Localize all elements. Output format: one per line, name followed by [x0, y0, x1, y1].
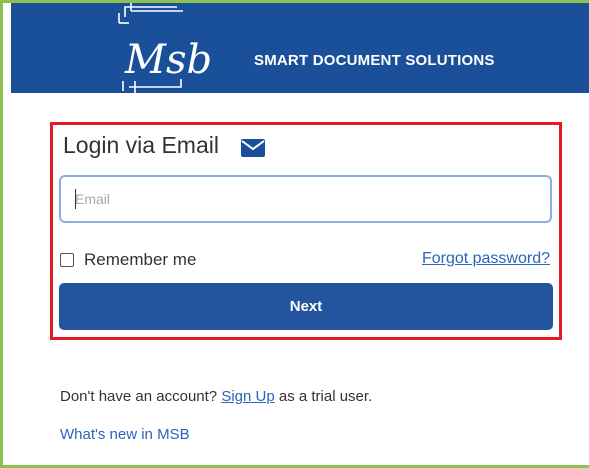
- signup-suffix: as a trial user.: [274, 388, 373, 405]
- login-title-row: Login via Email: [63, 132, 266, 159]
- header-banner: Msb SMART DOCUMENT SOLUTIONS: [11, 3, 589, 93]
- forgot-password-link[interactable]: Forgot password?: [422, 250, 550, 268]
- text-caret: [75, 189, 76, 209]
- logo-text: Msb: [124, 37, 212, 83]
- header-tagline: SMART DOCUMENT SOLUTIONS: [254, 52, 495, 69]
- msb-logo: Msb: [111, 3, 241, 93]
- remember-me-checkbox[interactable]: [60, 253, 74, 267]
- whats-new-link[interactable]: What's new in MSB: [60, 426, 190, 443]
- remember-me-row[interactable]: Remember me: [60, 250, 196, 270]
- email-field[interactable]: [59, 175, 552, 223]
- login-form-panel: Login via Email Remember me Forgot passw…: [50, 122, 562, 340]
- sign-up-link[interactable]: Sign Up: [221, 388, 274, 405]
- next-button[interactable]: Next: [59, 283, 553, 330]
- remember-me-label[interactable]: Remember me: [84, 250, 196, 270]
- mail-icon: [240, 138, 266, 158]
- signup-prompt: Don't have an account? Sign Up as a tria…: [60, 388, 372, 405]
- page-frame: Msb SMART DOCUMENT SOLUTIONS Login via E…: [0, 0, 589, 468]
- signup-prefix: Don't have an account?: [60, 388, 222, 405]
- login-title: Login via Email: [63, 132, 219, 158]
